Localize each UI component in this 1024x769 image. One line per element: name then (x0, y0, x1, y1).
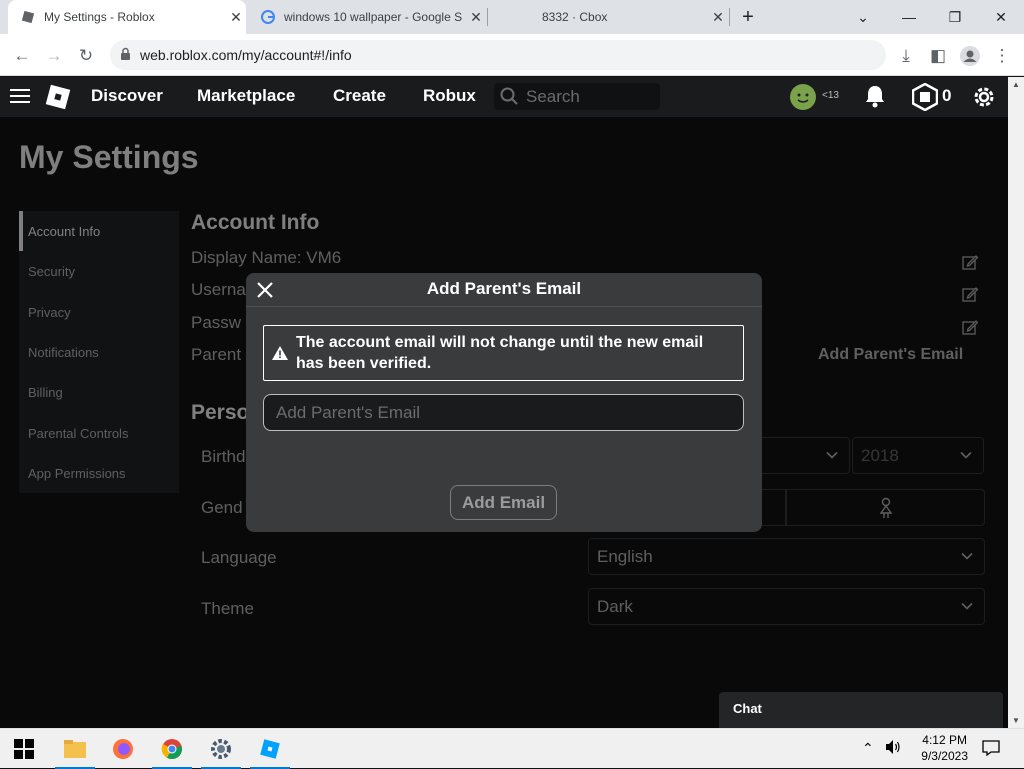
hamburger-menu-icon[interactable] (10, 88, 30, 109)
warning-text: The account email will not change until … (296, 334, 704, 372)
tab-title: 8332 · Cbox (542, 10, 608, 24)
search-input[interactable]: Search (494, 83, 660, 110)
close-tab-icon[interactable]: ✕ (226, 9, 246, 26)
close-window-button[interactable]: ✕ (978, 0, 1024, 34)
firefox-icon[interactable] (103, 729, 143, 769)
address-bar[interactable]: web.roblox.com/my/account#!/info (110, 40, 886, 70)
roblox-logo-icon[interactable] (43, 82, 73, 117)
add-parent-email-dialog: Add Parent's Email The account email wil… (246, 273, 762, 532)
browser-tab-strip: My Settings - Roblox ✕ windows 10 wallpa… (0, 0, 1024, 34)
settings-gear-icon[interactable] (971, 84, 997, 115)
roblox-navbar: Discover Marketplace Create Robux Search… (0, 77, 1008, 117)
search-placeholder: Search (526, 86, 580, 106)
warning-banner: The account email will not change until … (263, 325, 744, 381)
profile-avatar-icon[interactable] (956, 42, 984, 70)
lock-icon (120, 47, 131, 66)
nav-create[interactable]: Create (333, 86, 386, 106)
back-arrow-icon[interactable]: ← (8, 42, 36, 70)
chrome-menu-icon[interactable]: ⋮ (988, 42, 1016, 70)
close-tab-icon[interactable]: ✕ (708, 9, 728, 26)
restore-button[interactable]: ❐ (932, 0, 978, 34)
windows-taskbar: ⌃ 4:12 PM 9/3/2023 (0, 728, 1024, 769)
file-explorer-icon[interactable] (55, 729, 95, 769)
age-bracket-label: <13 (822, 90, 839, 101)
system-clock[interactable]: 4:12 PM 9/3/2023 (921, 732, 968, 764)
modal-header: Add Parent's Email (246, 273, 762, 307)
new-tab-button[interactable]: + (730, 0, 766, 34)
scroll-down-icon[interactable]: ▼ (1012, 716, 1020, 725)
volume-icon[interactable] (885, 739, 901, 760)
side-panel-icon[interactable]: ◧ (924, 42, 952, 70)
tab-title: My Settings - Roblox (44, 10, 155, 24)
add-email-button[interactable]: Add Email (450, 485, 557, 520)
clock-date: 9/3/2023 (921, 749, 968, 763)
nav-marketplace[interactable]: Marketplace (197, 86, 295, 106)
tab-cbox[interactable]: 8332 · Cbox ✕ (488, 0, 728, 34)
chrome-icon[interactable] (152, 729, 192, 769)
robux-icon[interactable] (911, 82, 939, 116)
tab-my-settings[interactable]: My Settings - Roblox ✕ (8, 0, 246, 34)
clock-time: 4:12 PM (922, 733, 967, 747)
download-icon[interactable]: ⤓ (892, 42, 920, 70)
reload-icon[interactable]: ↻ (72, 42, 100, 70)
close-tab-icon[interactable]: ✕ (466, 9, 486, 26)
google-favicon-icon (260, 9, 276, 25)
roblox-favicon-icon (20, 9, 36, 25)
modal-title: Add Parent's Email (426, 279, 582, 298)
nav-discover[interactable]: Discover (91, 86, 163, 106)
chat-panel[interactable]: Chat (719, 692, 1003, 728)
notifications-bell-icon[interactable] (864, 84, 886, 113)
scroll-up-icon[interactable]: ▲ (1012, 80, 1020, 89)
settings-app-icon[interactable] (201, 729, 241, 769)
windows-start-icon[interactable] (4, 729, 44, 769)
warning-icon (271, 345, 289, 366)
tab-search-chevron-down-icon[interactable]: ⌄ (840, 0, 886, 34)
parent-email-input[interactable] (263, 394, 744, 431)
nav-robux[interactable]: Robux (423, 86, 476, 106)
chat-label: Chat (733, 701, 762, 716)
forward-arrow-icon[interactable]: → (40, 42, 68, 70)
minimize-button[interactable]: — (886, 0, 932, 34)
robux-count: 0 (942, 86, 952, 105)
action-center-icon[interactable] (982, 739, 1000, 762)
tab-windows-wallpaper[interactable]: windows 10 wallpaper - Google S ✕ (248, 0, 486, 34)
url-text: web.roblox.com/my/account#!/info (140, 47, 352, 63)
tab-title: windows 10 wallpaper - Google S (284, 10, 463, 24)
avatar-headshot-icon[interactable] (789, 83, 817, 116)
search-icon (500, 87, 518, 110)
roblox-studio-icon[interactable] (250, 729, 290, 769)
page-scrollbar[interactable]: ▲ ▼ (1008, 77, 1024, 728)
tray-chevron-up-icon[interactable]: ⌃ (862, 740, 874, 757)
